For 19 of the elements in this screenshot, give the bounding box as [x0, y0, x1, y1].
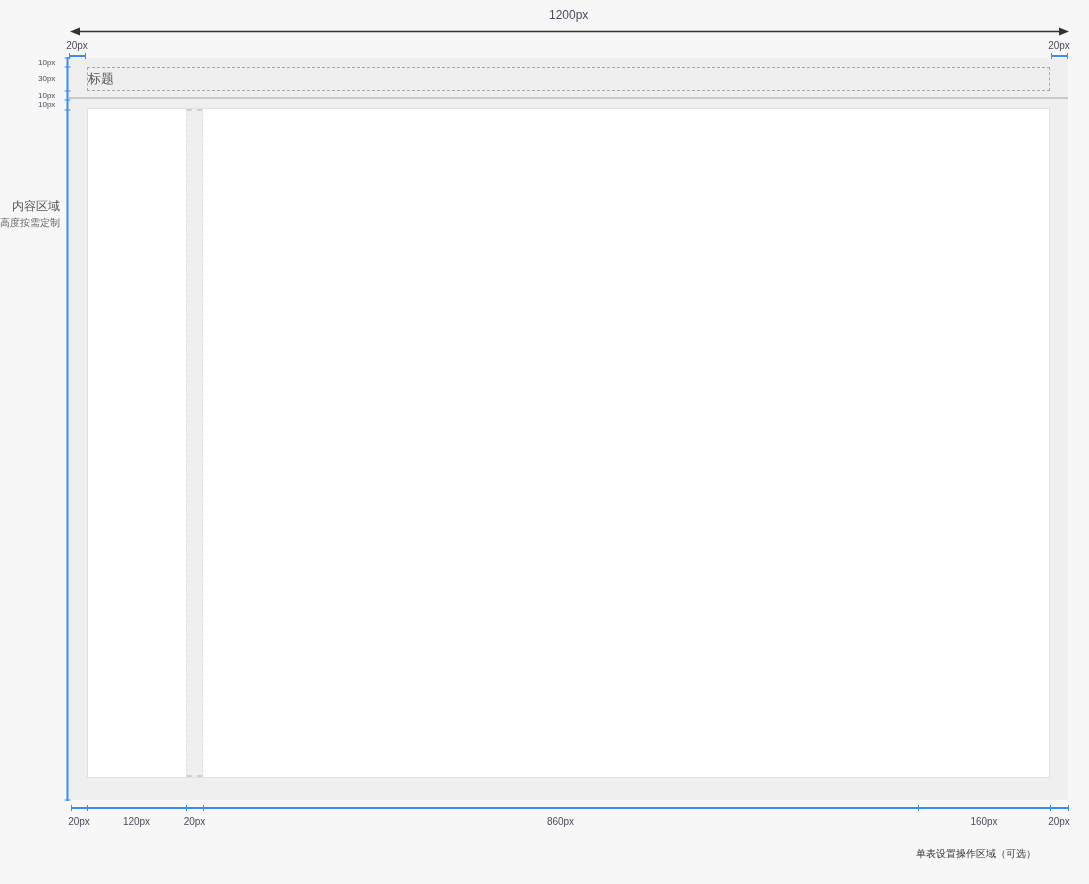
content-note-subtitle: 高度按需定制: [0, 216, 60, 230]
action-area-note: 单表设置操作区域（可选）: [916, 847, 1036, 861]
dimension-label: 20px: [67, 815, 91, 829]
title-bar: 标题: [87, 67, 1050, 91]
dimension-label: 10px: [38, 90, 56, 101]
dimension-label: 860px: [545, 815, 576, 829]
dimension-label: 20px: [1047, 815, 1071, 829]
dimension-label: 10px: [38, 100, 56, 110]
dimension-label: 20px: [182, 815, 207, 829]
dimension-label: 120px: [121, 815, 152, 829]
dimension-line: [1051, 52, 1068, 60]
dimension-label: 20px: [65, 39, 89, 53]
dimension-label: 30px: [38, 74, 56, 84]
dimension-label: 160px: [969, 815, 999, 829]
dimension-label: 20px: [1047, 39, 1071, 53]
dimension-line: [69, 52, 86, 60]
dimension-label: 10px: [38, 57, 56, 68]
content-note-title: 内容区域: [12, 198, 60, 214]
width-label: 1200px: [549, 7, 589, 24]
